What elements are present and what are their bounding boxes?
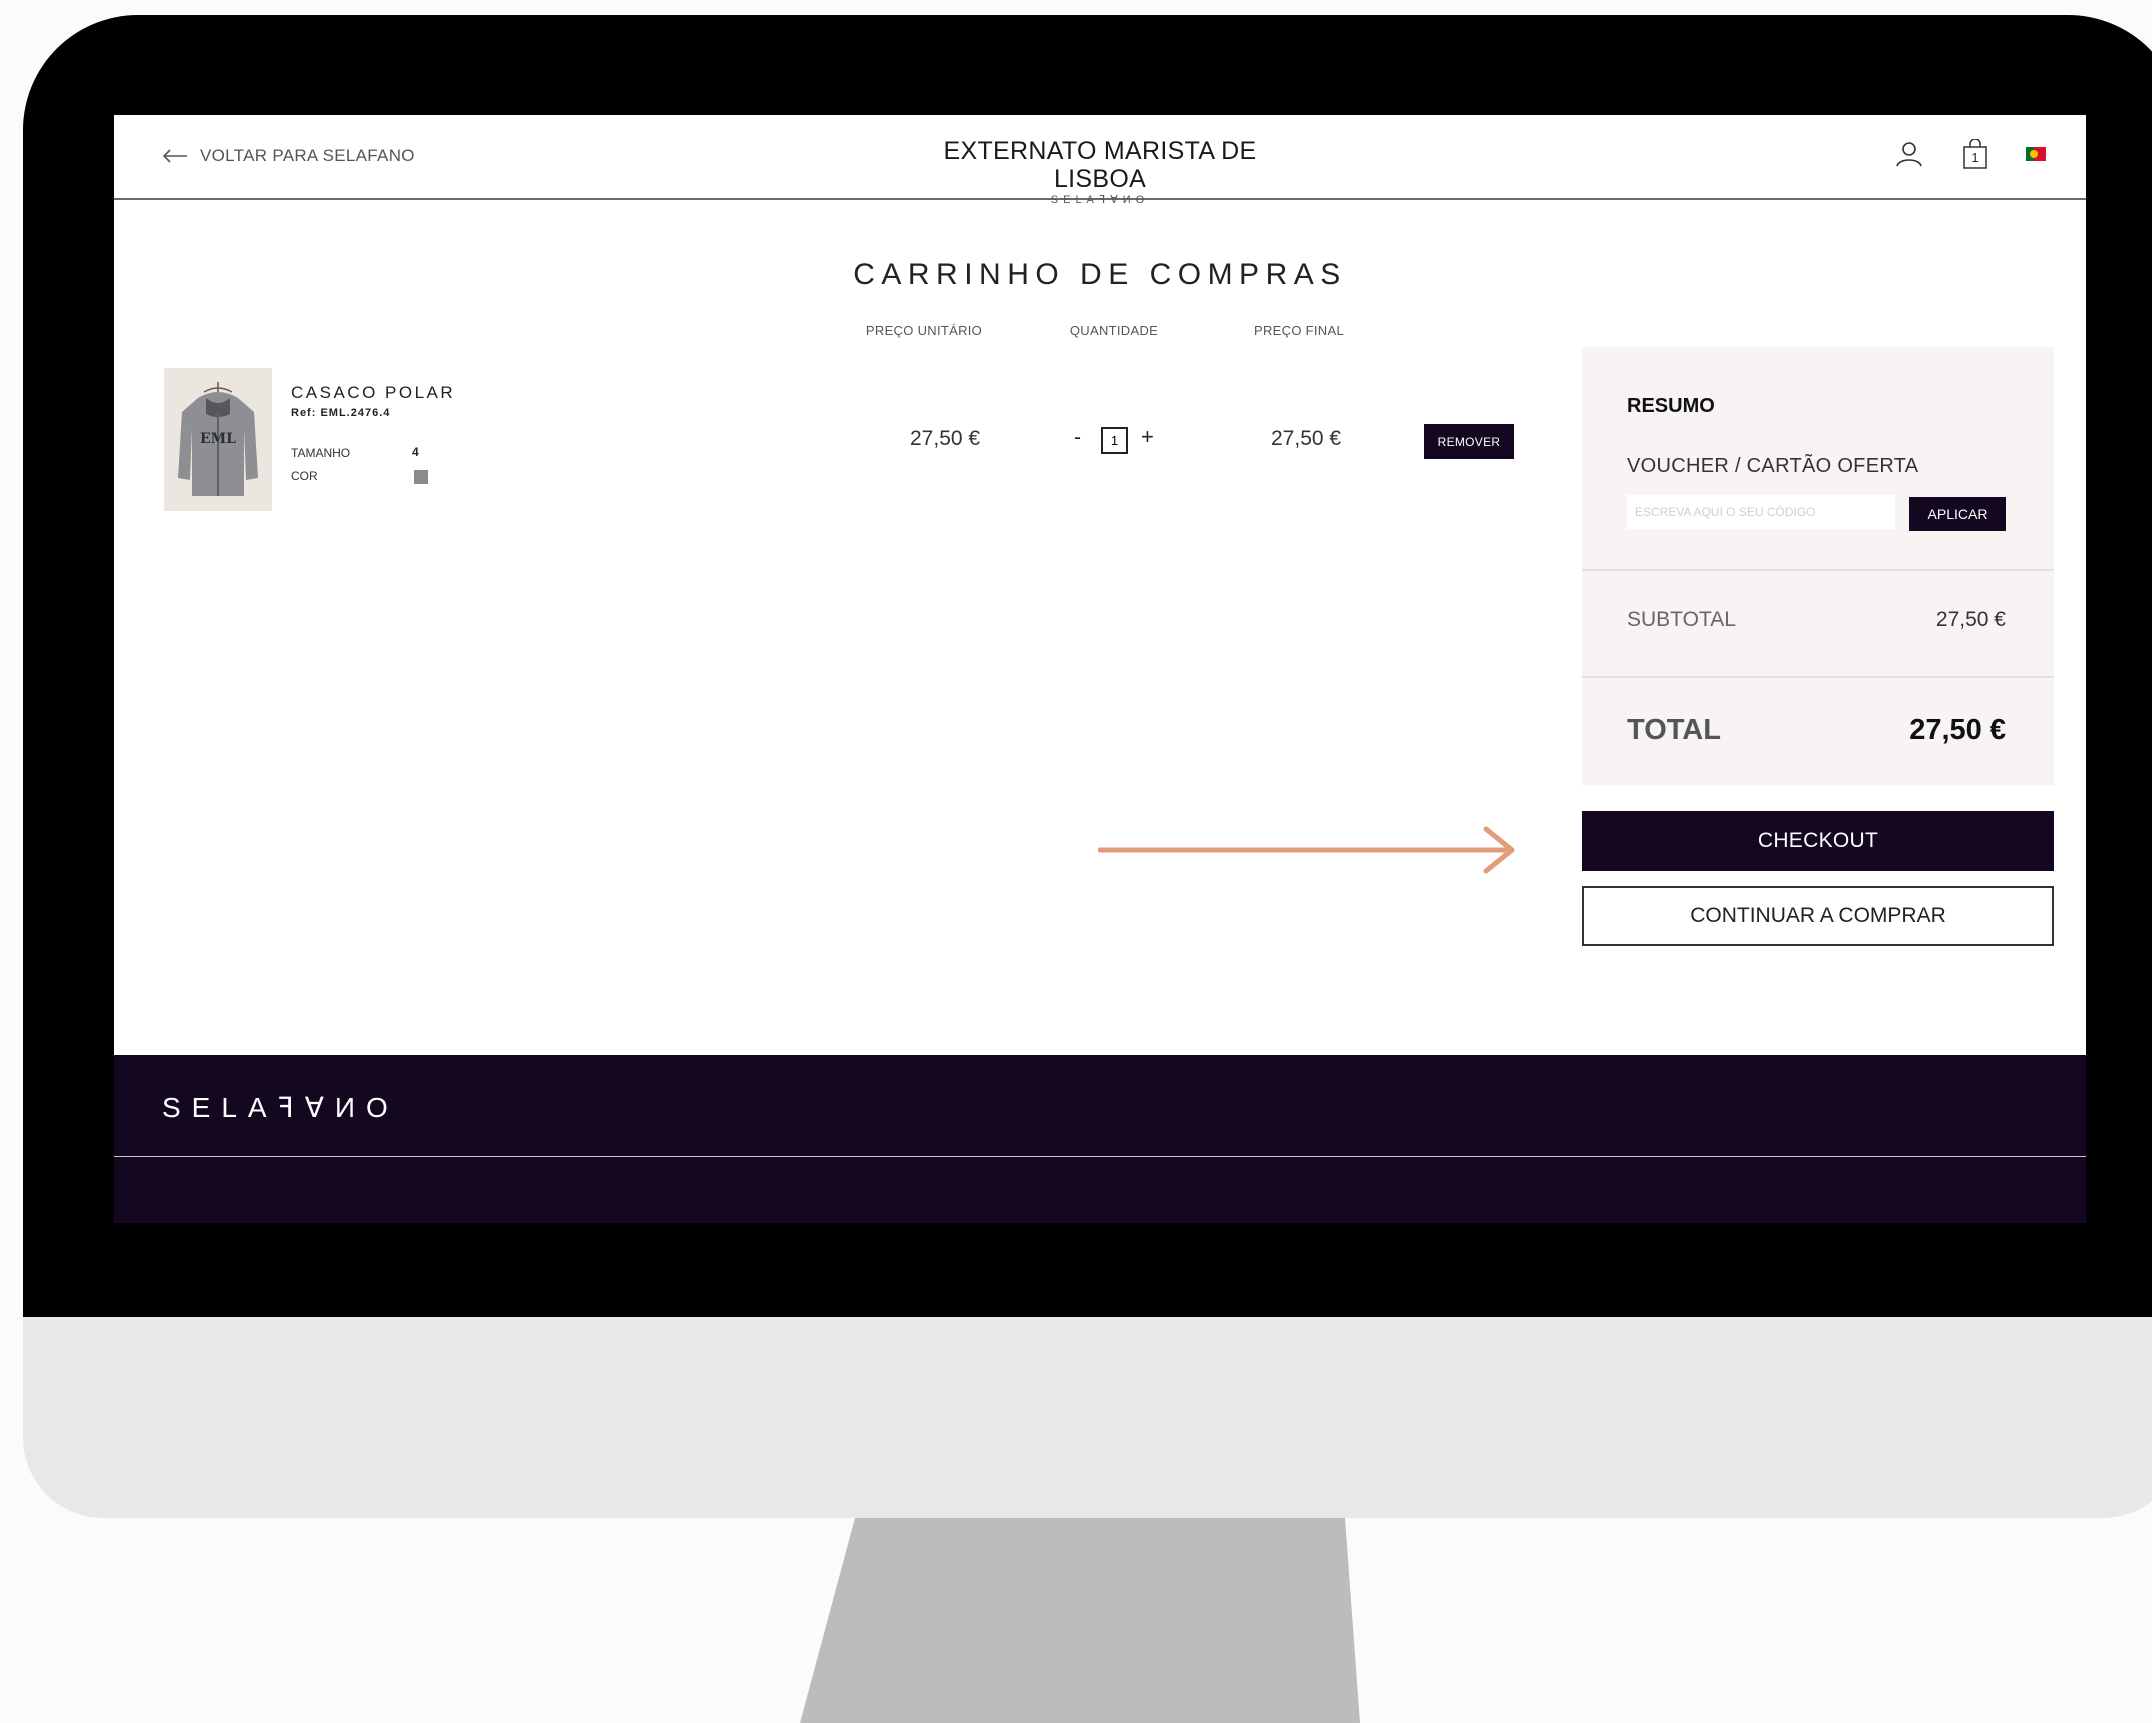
order-summary: RESUMO VOUCHER / CARTÃO OFERTA APLICAR S…	[1582, 347, 2054, 785]
footer-logo[interactable]: SELAꟻꓯИO	[162, 1091, 399, 1124]
back-link-label: VOLTAR PARA SELAFANO	[200, 146, 415, 165]
product-ref: Ref: EML.2476.4	[291, 407, 391, 419]
continue-shopping-button[interactable]: CONTINUAR A COMPRAR	[1582, 886, 2054, 946]
column-header-unit-price: PREÇO UNITÁRIO	[865, 323, 983, 338]
cart-count-badge: 1	[1971, 150, 1979, 165]
page-title: CARRINHO DE COMPRAS	[853, 258, 1347, 291]
total-label: TOTAL	[1627, 714, 1721, 746]
header-icons: 1	[1894, 139, 2046, 169]
color-swatch	[414, 470, 428, 484]
user-account-icon[interactable]	[1894, 140, 1924, 168]
site-footer: SELAꟻꓯИO	[114, 1055, 2086, 1223]
footer-divider	[114, 1156, 2086, 1157]
quantity-field[interactable]: 1	[1101, 427, 1128, 454]
svg-text:EML: EML	[200, 431, 236, 447]
unit-price: 27,50 €	[910, 427, 981, 450]
store-title: EXTERNATO MARISTA DE LISBOA	[943, 137, 1257, 193]
voucher-label: VOUCHER / CARTÃO OFERTA	[1627, 455, 1919, 477]
product-image[interactable]: EML	[164, 368, 272, 511]
column-header-quantity: QUANTIDADE	[1069, 323, 1159, 338]
summary-title: RESUMO	[1627, 395, 1715, 417]
color-label: COR	[291, 469, 318, 483]
quantity-increase-button[interactable]: +	[1141, 424, 1154, 450]
screen: VOLTAR PARA SELAFANO EXTERNATO MARISTA D…	[114, 115, 2086, 1223]
arrow-right-icon	[1098, 826, 1515, 874]
remove-item-button[interactable]: REMOVER	[1424, 424, 1514, 459]
checkout-button[interactable]: CHECKOUT	[1582, 811, 2054, 871]
subtotal-value: 27,50 €	[1935, 608, 2006, 631]
size-value: 4	[412, 445, 419, 459]
summary-divider	[1582, 676, 2054, 678]
size-label: TAMANHO	[291, 446, 351, 460]
store-brand[interactable]: EXTERNATO MARISTA DE LISBOA SELAꟻꓯИO	[900, 137, 1300, 207]
shopping-bag-icon[interactable]: 1	[1962, 139, 1988, 169]
final-price: 27,50 €	[1271, 427, 1342, 450]
total-value: 27,50 €	[1909, 714, 2006, 746]
site-header: VOLTAR PARA SELAFANO EXTERNATO MARISTA D…	[114, 115, 2086, 206]
arrow-left-icon	[162, 149, 187, 163]
back-to-selafano-link[interactable]: VOLTAR PARA SELAFANO	[162, 143, 415, 169]
fleece-jacket-image: EML	[164, 368, 272, 511]
product-name[interactable]: CASACO POLAR	[291, 383, 455, 403]
monitor-chin	[23, 1317, 2152, 1518]
summary-divider	[1582, 569, 2054, 571]
column-header-final-price: PREÇO FINAL	[1254, 323, 1344, 338]
quantity-decrease-button[interactable]: -	[1074, 426, 1081, 450]
voucher-code-input[interactable]	[1627, 495, 1895, 529]
apply-voucher-button[interactable]: APLICAR	[1909, 497, 2006, 531]
portugal-flag-icon[interactable]	[2026, 147, 2046, 161]
subtotal-label: SUBTOTAL	[1627, 608, 1736, 631]
monitor-stand	[800, 1518, 1360, 1723]
store-subtitle-logo: SELAꟻꓯИO	[1050, 194, 1150, 206]
